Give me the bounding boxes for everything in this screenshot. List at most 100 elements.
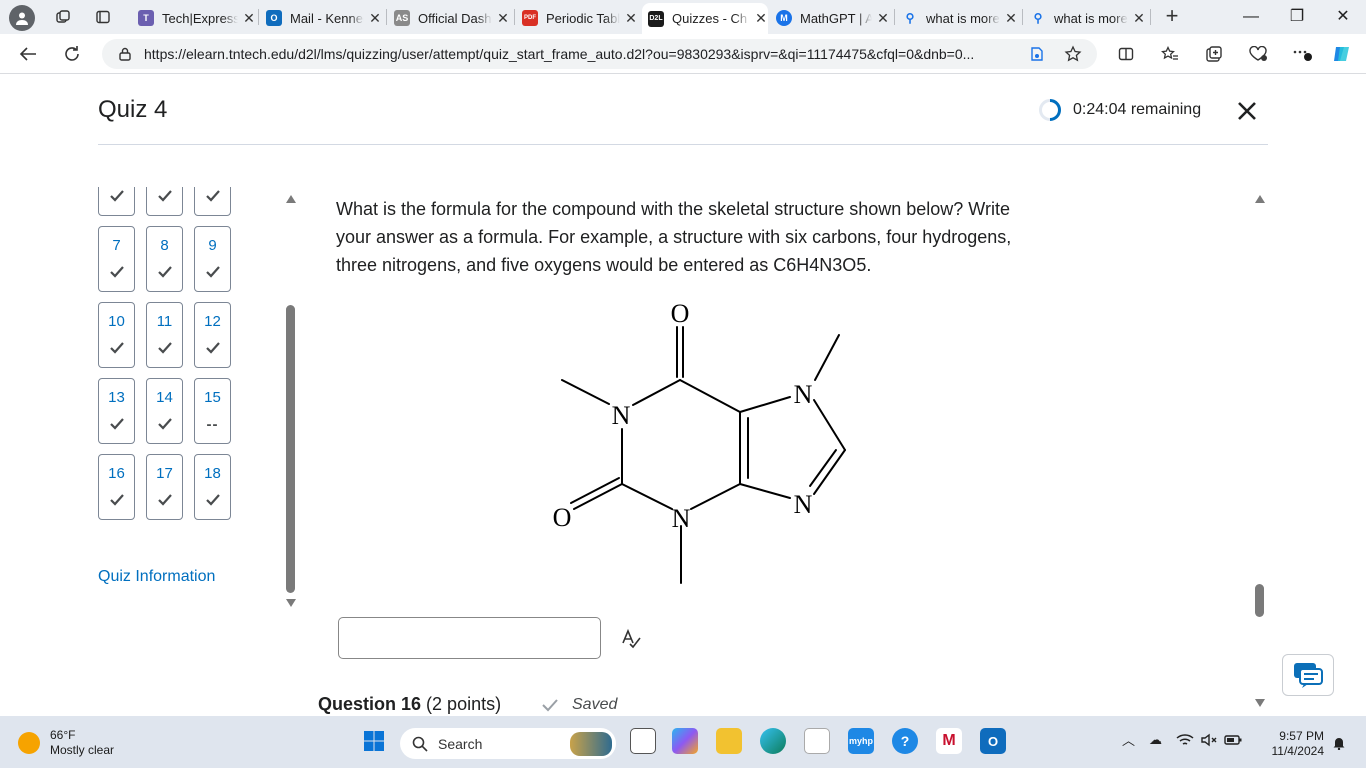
workspaces-icon[interactable] [52, 7, 74, 27]
tab-techexpress[interactable]: T Tech|Express ✕ [138, 4, 256, 32]
tab-close-icon[interactable]: ✕ [754, 10, 768, 27]
question-nav-item[interactable]: 8 [146, 226, 183, 292]
question-nav-number: 16 [108, 465, 125, 482]
cloud-sync-icon[interactable]: ☁ [1149, 732, 1162, 748]
tab-close-icon[interactable]: ✕ [368, 10, 382, 27]
scroll-down-arrow-icon[interactable] [1255, 699, 1265, 707]
check-icon [542, 699, 558, 712]
question-nav-item[interactable]: 17 [146, 454, 183, 520]
lock-icon[interactable] [118, 47, 132, 61]
help-icon[interactable]: ? [892, 728, 918, 754]
spell-check-icon[interactable] [620, 627, 642, 649]
task-view-icon[interactable] [630, 728, 656, 754]
weather-moon-icon [18, 732, 40, 754]
tab-favicon-icon: AS [394, 10, 410, 26]
minimize-button[interactable]: — [1236, 6, 1266, 28]
health-heart-icon[interactable] [1246, 43, 1270, 65]
tab-mathgpt[interactable]: M MathGPT | AI ✕ [776, 4, 890, 32]
system-clock[interactable]: 9:57 PM 11/4/2024 [1264, 729, 1325, 759]
question-nav-item[interactable]: 10 [98, 302, 135, 368]
tab-label: Periodic Table [546, 10, 620, 26]
copilot-icon[interactable] [1330, 43, 1354, 65]
tab-search-1[interactable]: ⚲ what is more ✕ [902, 4, 1018, 32]
outlook-icon[interactable]: O [980, 728, 1006, 754]
refresh-icon[interactable] [60, 43, 84, 65]
volume-muted-icon[interactable] [1200, 733, 1218, 747]
favorites-icon[interactable] [1158, 43, 1182, 65]
check-icon [206, 266, 220, 278]
tab-close-icon[interactable]: ✕ [496, 10, 510, 27]
more-options-icon[interactable] [1290, 43, 1314, 65]
windows-start-icon[interactable] [361, 728, 387, 754]
mcafee-icon[interactable]: M [936, 728, 962, 754]
check-icon [110, 342, 124, 354]
url-text[interactable]: https://elearn.tntech.edu/d2l/lms/quizzi… [144, 46, 1014, 62]
tab-favicon-icon: M [776, 10, 792, 26]
atom-label: O [553, 503, 572, 532]
restore-button[interactable]: ❐ [1282, 6, 1312, 28]
back-arrow-icon[interactable] [16, 43, 40, 65]
browser-essentials-icon[interactable] [1026, 44, 1048, 64]
question-nav-item[interactable]: 12 [194, 302, 231, 368]
window-close-button[interactable]: ✕ [1328, 6, 1358, 28]
weather-description: Mostly clear [50, 743, 115, 757]
wifi-icon[interactable] [1176, 733, 1194, 747]
tab-close-icon[interactable]: ✕ [1004, 10, 1018, 27]
split-screen-icon[interactable] [1114, 43, 1138, 65]
file-explorer-icon[interactable] [716, 728, 742, 754]
scroll-down-arrow-icon[interactable] [286, 599, 296, 607]
close-icon[interactable] [1234, 98, 1260, 124]
address-bar[interactable]: https://elearn.tntech.edu/d2l/lms/quizzi… [102, 39, 1097, 69]
new-tab-button[interactable]: + [1160, 5, 1184, 28]
tab-close-icon[interactable]: ✕ [624, 10, 638, 27]
taskbar-search[interactable]: Search [400, 728, 616, 759]
myhp-icon[interactable]: myhp [848, 728, 874, 754]
question-navigation: 456 7 8 9 10 11 12 13 14 15 -- 16 17 18 [98, 187, 288, 597]
question-nav-number: 15 [204, 389, 221, 406]
question-nav-item[interactable]: 18 [194, 454, 231, 520]
question-nav-item[interactable]: 5 [146, 187, 183, 216]
tab-quizzes[interactable]: D2L Quizzes - Ch ✕ [642, 3, 768, 34]
question-nav-item[interactable]: 11 [146, 302, 183, 368]
chevron-up-icon[interactable]: ︿ [1122, 730, 1135, 749]
favorite-star-icon[interactable] [1062, 44, 1084, 64]
question-prompt: What is the formula for the compound wit… [336, 199, 1012, 275]
notification-bell-icon[interactable] [1332, 736, 1346, 750]
weather-temperature: 66°F [50, 728, 76, 742]
question-nav-item[interactable]: 16 [98, 454, 135, 520]
battery-icon[interactable] [1224, 734, 1242, 746]
tab-official-dashboard[interactable]: AS Official Dashboard ✕ [394, 4, 510, 32]
weather-widget[interactable]: 66°F Mostly clear [18, 728, 114, 758]
question-nav-item[interactable]: 4 [98, 187, 135, 216]
quiz-information-link[interactable]: Quiz Information [98, 568, 215, 586]
question-nav-item[interactable]: 6 [194, 187, 231, 216]
question-nav-item[interactable]: 15 -- [194, 378, 231, 444]
microsoft-store-icon[interactable] [804, 728, 830, 754]
scroll-up-arrow-icon[interactable] [1255, 195, 1265, 203]
profile-avatar-icon[interactable] [9, 5, 35, 31]
answer-input[interactable] [338, 617, 601, 659]
question-nav-item[interactable]: 14 [146, 378, 183, 444]
tab-periodic-table[interactable]: PDF Periodic Table ✕ [522, 4, 638, 32]
tab-close-icon[interactable]: ✕ [1132, 10, 1146, 27]
tab-mail[interactable]: O Mail - Kennedy ✕ [266, 4, 382, 32]
tab-actions-icon[interactable] [92, 7, 114, 27]
question-nav-item[interactable]: 7 [98, 226, 135, 292]
copilot-taskbar-icon[interactable] [672, 728, 698, 754]
clock-time: 9:57 PM [1279, 729, 1324, 743]
right-scrollbar-thumb[interactable] [1255, 584, 1264, 617]
tab-search-2[interactable]: ⚲ what is more ✕ [1030, 4, 1146, 32]
tab-close-icon[interactable]: ✕ [876, 10, 890, 27]
scroll-up-arrow-icon[interactable] [286, 195, 296, 203]
question-nav-item[interactable]: 9 [194, 226, 231, 292]
search-icon: ⚲ [1033, 11, 1043, 25]
question-nav-item[interactable]: 13 [98, 378, 135, 444]
collections-icon[interactable] [1202, 43, 1226, 65]
left-scrollbar-thumb[interactable] [286, 305, 295, 593]
check-icon [206, 494, 220, 506]
edge-browser-icon[interactable] [760, 728, 786, 754]
check-icon [158, 418, 172, 430]
tab-close-icon[interactable]: ✕ [242, 10, 256, 27]
search-icon [412, 736, 428, 752]
chat-button[interactable] [1282, 654, 1334, 696]
